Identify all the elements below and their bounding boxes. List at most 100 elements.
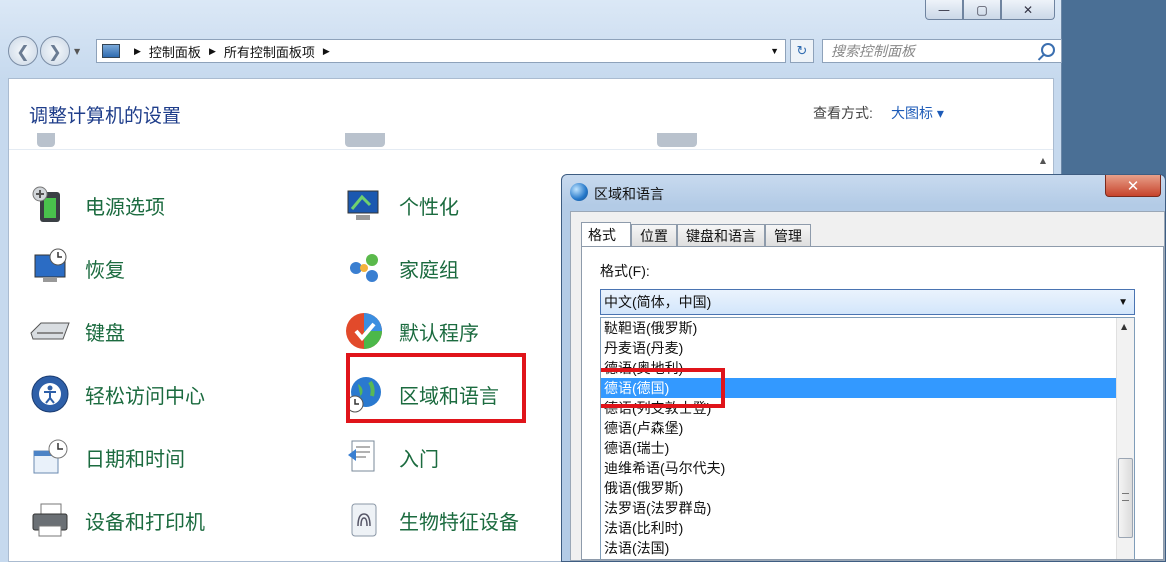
grip-icon [1122,493,1129,501]
item-biometric-devices[interactable]: 生物特征设备 [343,496,519,544]
format-label: 格式(F): [600,263,650,279]
item-power-options[interactable]: 电源选项 [29,181,165,229]
window-controls: — ▢ ✕ [925,0,1055,20]
ease-of-access-icon [29,373,71,415]
refresh-button[interactable]: ↻ [790,39,814,63]
list-item[interactable]: 鞑靼语(俄罗斯) [601,318,1116,338]
cut-off-item [657,133,697,147]
item-label: 入门 [399,448,439,471]
item-label: 设备和打印机 [85,511,205,534]
region-language-dialog: 区域和语言 ✕ 格式 位置 键盘和语言 管理 格式(F): 中文(简体，中国) … [561,174,1166,562]
format-select-value: 中文(简体，中国) [604,294,712,310]
item-devices-printers[interactable]: 设备和打印机 [29,496,205,544]
format-list-items: 鞑靼语(俄罗斯) 丹麦语(丹麦) 德语(奥地利) 德语(德国) 德语(列支敦士登) 德语(… [601,318,1134,559]
search-input[interactable]: 搜索控制面板 [822,39,1062,63]
format-list[interactable]: 鞑靼语(俄罗斯) 丹麦语(丹麦) 德语(奥地利) 德语(德国) 德语(列支敦士登) 德语(… [600,317,1135,559]
list-scrollbar[interactable]: ▲ [1116,318,1134,559]
item-homegroup[interactable]: 家庭组 [343,244,459,292]
breadcrumb-all-items[interactable]: 所有控制面板项 [224,42,315,61]
personalization-icon [343,184,385,226]
printer-icon [29,499,71,541]
search-placeholder: 搜索控制面板 [831,43,915,59]
item-region-language[interactable]: 区域和语言 [343,370,499,418]
item-keyboard[interactable]: 键盘 [29,307,125,355]
getting-started-icon [343,436,385,478]
scroll-up-icon[interactable]: ▲ [1035,153,1051,169]
dialog-close-button[interactable]: ✕ [1105,175,1161,197]
format-select[interactable]: 中文(简体，中国) ▼ [600,289,1135,315]
dialog-title: 区域和语言 [594,186,664,202]
cut-off-item [345,133,385,147]
item-personalization[interactable]: 个性化 [343,181,459,229]
breadcrumb-separator-icon[interactable]: ▶ [209,46,216,57]
scroll-thumb[interactable] [1118,458,1133,538]
list-item[interactable]: 丹麦语(丹麦) [601,338,1116,358]
list-item[interactable]: 德语(奥地利) [601,358,1116,378]
list-item[interactable]: 法语(法国) [601,538,1116,558]
globe-clock-icon [343,373,385,415]
item-recovery[interactable]: 恢复 [29,244,125,292]
search-icon[interactable] [1041,43,1055,57]
view-by-dropdown[interactable]: 大图标 ▾ [891,103,944,123]
item-label: 家庭组 [399,259,459,282]
tab-strip: 格式 位置 键盘和语言 管理 [581,222,811,247]
fingerprint-icon [343,499,385,541]
globe-icon [570,183,588,201]
list-item[interactable]: 德语(德国) [601,378,1116,398]
item-label: 区域和语言 [399,385,499,408]
close-button[interactable]: ✕ [1001,0,1055,20]
chevron-down-icon[interactable]: ▼ [1118,297,1128,308]
view-by-label: 查看方式: [813,105,873,121]
item-label: 恢复 [85,259,125,282]
list-item[interactable]: 迪维希语(马尔代夫) [601,458,1116,478]
list-item[interactable]: 德语(列支敦士登) [601,398,1116,418]
item-default-programs[interactable]: 默认程序 [343,307,479,355]
item-label: 轻松访问中心 [85,385,205,408]
item-label: 默认程序 [399,322,479,345]
back-button[interactable]: ❮ [8,36,38,66]
item-label: 日期和时间 [85,448,185,471]
list-item[interactable]: 俄语(俄罗斯) [601,478,1116,498]
forward-arrow-icon: ❯ [48,41,62,61]
page-title: 调整计算机的设置 [29,106,182,127]
breadcrumb-separator-icon[interactable]: ▶ [323,46,330,57]
default-programs-icon [343,310,385,352]
list-item[interactable]: 法罗语(法罗群岛) [601,498,1116,518]
tab-location[interactable]: 位置 [631,224,677,246]
item-date-time[interactable]: 日期和时间 [29,433,185,481]
address-bar[interactable]: ▶ 控制面板 ▶ 所有控制面板项 ▶ ▼ [96,39,786,63]
battery-icon [29,184,71,226]
item-label: 键盘 [85,322,125,345]
cut-off-item [37,133,55,147]
item-getting-started[interactable]: 入门 [343,433,439,481]
keyboard-icon [29,310,71,352]
item-ease-of-access[interactable]: 轻松访问中心 [29,370,205,418]
tab-formats[interactable]: 格式 [581,222,631,247]
list-item[interactable]: 法语(加拿大) [601,558,1116,559]
list-item[interactable]: 德语(卢森堡) [601,418,1116,438]
homegroup-icon [343,247,385,289]
item-label: 电源选项 [85,196,165,219]
forward-button[interactable]: ❯ [40,36,70,66]
breadcrumb-control-panel[interactable]: 控制面板 [149,42,201,61]
list-item[interactable]: 法语(比利时) [601,518,1116,538]
tab-keyboards-languages[interactable]: 键盘和语言 [677,224,765,246]
navigation-bar: ❮ ❯ ▼ ▶ 控制面板 ▶ 所有控制面板项 ▶ ▼ ↻ 搜索控制面板 [8,34,1062,68]
control-panel-icon [102,44,120,58]
formats-panel: 格式(F): 中文(简体，中国) ▼ 鞑靼语(俄罗斯) 丹麦语(丹麦) 德语(奥地利… [581,246,1164,560]
back-arrow-icon: ❮ [16,41,30,61]
address-dropdown-icon[interactable]: ▼ [770,46,779,56]
item-label: 个性化 [399,196,459,219]
calendar-clock-icon [29,436,71,478]
scroll-up-icon[interactable]: ▲ [1121,322,1127,331]
header-divider [9,149,1053,150]
dialog-body: 格式 位置 键盘和语言 管理 格式(F): 中文(简体，中国) ▼ 鞑靼语(俄罗… [570,211,1165,561]
list-item[interactable]: 德语(瑞士) [601,438,1116,458]
recovery-icon [29,247,71,289]
maximize-button[interactable]: ▢ [963,0,1001,20]
recent-pages-dropdown-icon[interactable]: ▼ [74,47,80,56]
tab-administrative[interactable]: 管理 [765,224,811,246]
minimize-button[interactable]: — [925,0,963,20]
breadcrumb-separator-icon[interactable]: ▶ [134,46,141,57]
item-label: 生物特征设备 [399,511,519,534]
